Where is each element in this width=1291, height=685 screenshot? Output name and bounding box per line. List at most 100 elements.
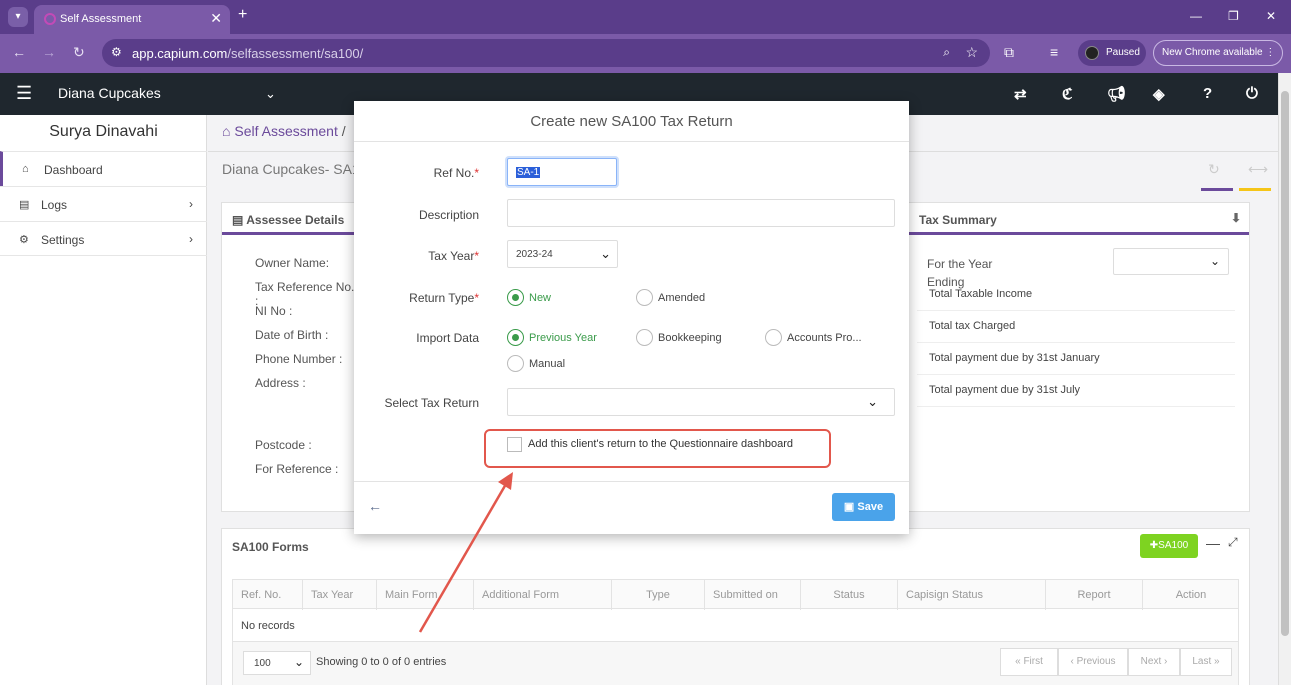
avatar [1085, 46, 1099, 60]
media-icon[interactable]: ≡ [1050, 44, 1058, 60]
column-header[interactable]: Capisign Status [898, 580, 1046, 610]
select-tax-return-select[interactable]: ⌄ [507, 388, 895, 416]
return-type-label: Return Type* [409, 291, 479, 305]
sa100-forms-title: SA100 Forms [232, 540, 309, 554]
ref-no-label: Ref No.* [433, 166, 479, 180]
dob-label: Date of Birth : [255, 328, 329, 342]
column-header[interactable]: Tax Year [303, 580, 377, 610]
phone-label: Phone Number : [255, 352, 343, 366]
tab-search-button[interactable]: ▾ [8, 7, 28, 27]
postcode-label: Postcode : [255, 438, 312, 452]
zoom-icon[interactable]: ⌕ [943, 45, 950, 60]
column-header[interactable]: Submitted on [705, 580, 801, 610]
home-icon[interactable]: ⌂ [222, 123, 230, 139]
sidebar-item-logs[interactable]: ▤ Logs › [0, 186, 207, 221]
address-bar[interactable]: ⚙ app.capium.com/selfassessment/sa100/ ⌕… [102, 39, 990, 67]
new-chrome-button[interactable]: New Chrome available ⋮ [1153, 40, 1283, 66]
help-icon[interactable]: ? [1203, 85, 1212, 102]
ni-no-label: NI No : [255, 304, 293, 318]
sidebar-item-settings[interactable]: ⚙ Settings › [0, 221, 207, 256]
divider [354, 141, 909, 142]
tax-summary-panel: Tax Summary ⬇ For the Year Ending ⌄ Tota… [908, 202, 1250, 512]
return-type-amended-radio[interactable]: Amended [636, 289, 705, 306]
year-ending-select[interactable]: ⌄ [1113, 248, 1229, 275]
panel-header: Tax Summary ⬇ [909, 203, 1249, 235]
extensions-icon[interactable]: ⧉ [1004, 44, 1014, 61]
previous-page-button[interactable]: ‹ Previous [1058, 648, 1128, 676]
import-manual-radio[interactable]: Manual [507, 355, 565, 372]
column-header[interactable]: Report [1046, 580, 1143, 610]
last-page-button[interactable]: Last » [1180, 648, 1232, 676]
new-chrome-label: New Chrome available [1162, 47, 1263, 58]
tax-year-select[interactable]: 2023-24 ⌄ [507, 240, 618, 268]
user-name: Surya Dinavahi [49, 123, 158, 140]
company-name[interactable]: Diana Cupcakes [58, 85, 161, 101]
next-page-button[interactable]: Next › [1128, 648, 1180, 676]
assessee-details-title: ▤ Assessee Details [232, 213, 345, 227]
tag-icon[interactable]: ◈ [1153, 85, 1165, 103]
refresh-icon[interactable]: ↻ [1208, 161, 1220, 178]
url-text: app.capium.com/selfassessment/sa100/ [132, 46, 364, 61]
import-accounts-pro-radio[interactable]: Accounts Pro... [765, 329, 862, 346]
reload-icon[interactable]: ↻ [73, 44, 85, 61]
switch-icon[interactable]: ⇄ [1014, 85, 1027, 103]
download-icon[interactable]: ⬇ [1231, 211, 1241, 225]
chevron-right-icon: › [189, 197, 193, 211]
column-header[interactable]: Ref. No. [233, 580, 303, 610]
megaphone-icon[interactable]: 📢︎ [1107, 85, 1126, 103]
chevron-down-icon[interactable]: ⌄ [265, 86, 276, 102]
table-footer: 100 ⌄ Showing 0 to 0 of 0 entries « Firs… [232, 642, 1239, 685]
expand-horizontal-icon[interactable]: ⟷ [1248, 161, 1268, 178]
first-page-button[interactable]: « First [1000, 648, 1058, 676]
sidebar-item-label: Logs [41, 198, 68, 212]
sidebar-item-label: Settings [41, 233, 85, 247]
floppy-disk-icon: ▣ [843, 501, 855, 513]
minimize-icon[interactable]: — [1190, 9, 1202, 23]
return-type-new-radio[interactable]: New [507, 289, 551, 306]
bookmark-star-icon[interactable]: ☆ [965, 44, 978, 61]
breadcrumb-self-assessment[interactable]: Self Assessment [234, 123, 338, 139]
for-reference-label: For Reference : [255, 462, 339, 476]
chevron-right-icon: › [189, 232, 193, 246]
kebab-menu-icon[interactable]: ⋮ [1265, 47, 1275, 58]
tax-summary-title: Tax Summary [919, 213, 997, 227]
back-arrow-icon[interactable]: ← [368, 498, 382, 514]
import-previous-year-radio[interactable]: Previous Year [507, 329, 597, 346]
forward-icon[interactable]: → [42, 44, 56, 60]
fullscreen-icon[interactable]: ⤢ [1228, 535, 1238, 550]
scrollbar-thumb[interactable] [1281, 91, 1289, 636]
browser-tab[interactable]: Self Assessment ✕ [34, 5, 230, 34]
column-header[interactable]: Status [801, 580, 898, 610]
site-settings-icon[interactable]: ⚙ [111, 45, 122, 59]
page-scrollbar[interactable] [1278, 73, 1291, 685]
hamburger-menu-icon[interactable]: ☰ [16, 83, 32, 104]
chevron-down-icon: ⌄ [867, 394, 878, 409]
close-window-icon[interactable]: ✕ [1266, 9, 1276, 23]
page-size-select[interactable]: 100 ⌄ [243, 651, 311, 675]
paused-label: Paused [1106, 47, 1140, 58]
close-tab-icon[interactable]: ✕ [210, 10, 222, 27]
profile-paused-button[interactable]: Paused [1078, 40, 1146, 66]
ref-no-input[interactable]: SA-1 [507, 158, 617, 186]
add-sa100-button[interactable]: ✚SA100 [1140, 534, 1198, 558]
sidebar-item-dashboard[interactable]: ⌂ Dashboard [0, 151, 207, 186]
create-sa100-dialog: Create new SA100 Tax Return Ref No.* SA-… [354, 101, 909, 534]
restore-icon[interactable]: ❐ [1228, 9, 1239, 23]
column-header[interactable]: Action [1143, 580, 1239, 610]
description-input[interactable] [507, 199, 895, 227]
assessee-details-panel: ▤ Assessee Details Owner Name: Tax Refer… [221, 202, 357, 512]
save-button[interactable]: ▣ Save [832, 493, 895, 521]
column-header[interactable]: Type [612, 580, 705, 610]
import-bookkeeping-radio[interactable]: Bookkeeping [636, 329, 722, 346]
questionnaire-checkbox[interactable] [507, 437, 522, 452]
questionnaire-checkbox-label[interactable]: Add this client's return to the Question… [528, 438, 793, 450]
collapse-icon[interactable]: — [1206, 535, 1220, 551]
column-header[interactable]: Additional Form [474, 580, 612, 610]
entries-count: Showing 0 to 0 of 0 entries [316, 656, 447, 668]
power-icon[interactable]: ⏻ [1246, 85, 1258, 102]
new-tab-icon[interactable]: + [238, 6, 247, 24]
back-icon[interactable]: ← [12, 44, 26, 60]
owner-name-label: Owner Name: [255, 256, 330, 270]
column-header[interactable]: Main Form [377, 580, 474, 610]
capium-logo-icon[interactable]: ℭ [1062, 85, 1073, 103]
